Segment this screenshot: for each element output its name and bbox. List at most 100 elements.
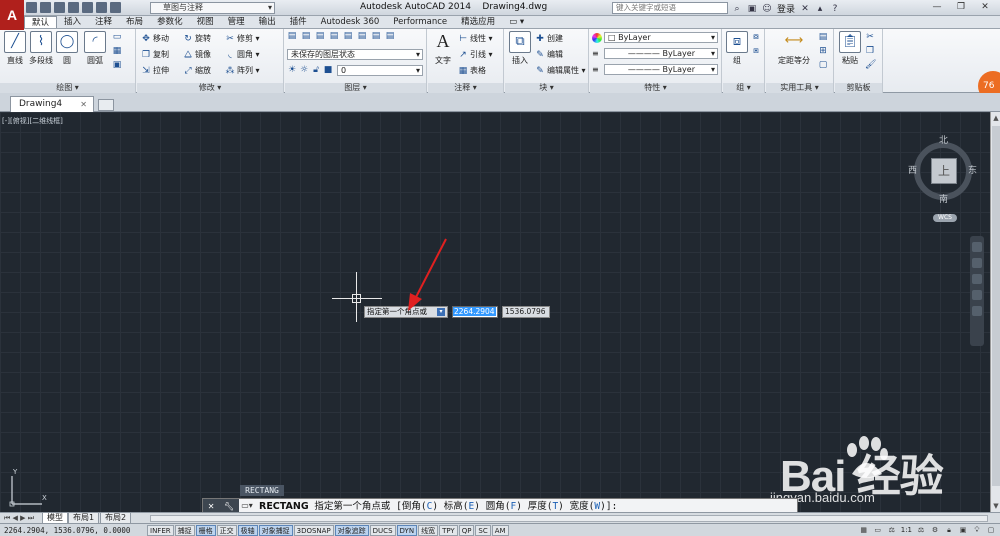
- vertical-scrollbar[interactable]: ▲ ▼: [990, 112, 1000, 512]
- tab-autodesk-360[interactable]: Autodesk 360: [314, 16, 387, 28]
- array-button[interactable]: 阵列 ▾: [237, 65, 260, 76]
- minimize-button[interactable]: —: [926, 1, 948, 14]
- tab-insert[interactable]: 插入: [57, 16, 88, 28]
- toggle-ducs[interactable]: DUCS: [369, 525, 396, 536]
- cut-icon[interactable]: ✂: [865, 32, 875, 42]
- layer-properties-icon[interactable]: ▤: [287, 31, 297, 41]
- match-properties-icon[interactable]: 🖌︎: [865, 60, 876, 70]
- save-icon[interactable]: [54, 2, 65, 13]
- arc-button[interactable]: ◜ 圆弧: [82, 31, 108, 66]
- toggle-snap[interactable]: 捕捉: [174, 525, 195, 536]
- help-icon[interactable]: ?: [830, 4, 840, 14]
- close-button[interactable]: ✕: [974, 1, 996, 14]
- tab-ribbon-options[interactable]: ▭ ▾: [502, 16, 531, 28]
- region-icon[interactable]: ▣: [112, 60, 122, 70]
- scrollbar-thumb[interactable]: [992, 126, 1000, 486]
- modify-panel-title[interactable]: 修改 ▾: [137, 83, 283, 93]
- viewport-controls-label[interactable]: [-][俯视][二维线框]: [2, 116, 63, 126]
- isolate-objects-icon[interactable]: 💡︎: [972, 525, 982, 535]
- layers-panel-title[interactable]: 图层 ▾: [285, 83, 426, 93]
- subscription-icon[interactable]: ▣: [747, 4, 757, 14]
- close-command-line-icon[interactable]: ✕: [208, 502, 215, 511]
- toggle-ortho[interactable]: 正交: [216, 525, 237, 536]
- option-elevation[interactable]: 标高(E): [444, 501, 480, 512]
- search-icon[interactable]: ⌕: [732, 4, 742, 14]
- toggle-polar[interactable]: 极轴: [237, 525, 258, 536]
- lock-ui-icon[interactable]: 🔒︎: [944, 525, 954, 535]
- polyline-button[interactable]: ⌇ 多段线: [28, 31, 54, 66]
- new-tab-button[interactable]: [98, 99, 114, 111]
- model-space-icon[interactable]: ▦: [859, 525, 869, 535]
- exchange-icon[interactable]: ✕: [800, 4, 810, 14]
- trim-button[interactable]: 修剪 ▾: [237, 33, 260, 44]
- group-button[interactable]: ⧈ 组: [724, 31, 750, 66]
- annotation-visibility-icon[interactable]: ⚖: [916, 525, 926, 535]
- quick-view-icon[interactable]: ▭: [873, 525, 883, 535]
- horizontal-scrollbar[interactable]: [150, 515, 988, 522]
- edit-attributes-row[interactable]: ✎ 编辑属性 ▾: [535, 65, 585, 76]
- tab-layout[interactable]: 布局: [119, 16, 150, 28]
- layer-icon-7[interactable]: ▤: [371, 31, 381, 41]
- stretch-button[interactable]: 拉伸: [153, 65, 181, 76]
- draw-panel-title[interactable]: 绘图 ▾: [0, 83, 135, 93]
- customize-wrench-icon[interactable]: 🔧︎: [224, 502, 234, 511]
- workspace-select[interactable]: 草图与注释: [150, 2, 275, 14]
- undo-icon[interactable]: [96, 2, 107, 13]
- orbit-icon[interactable]: [972, 290, 982, 300]
- save-as-icon[interactable]: [68, 2, 79, 13]
- command-prompt-icon[interactable]: ▭▾: [241, 501, 253, 511]
- layer-icon-5[interactable]: ▤: [343, 31, 353, 41]
- text-button[interactable]: A 文字: [430, 31, 456, 66]
- tab-featured-apps[interactable]: 精选应用: [454, 16, 502, 28]
- tab-performance[interactable]: Performance: [386, 16, 454, 28]
- zoom-icon[interactable]: [972, 274, 982, 284]
- application-menu-button[interactable]: A: [0, 0, 24, 30]
- color-select[interactable]: □ ByLayer: [604, 32, 718, 43]
- new-file-icon[interactable]: [26, 2, 37, 13]
- toggle-osnap[interactable]: 对象捕捉: [258, 525, 293, 536]
- annotation-scale[interactable]: 1:1: [901, 526, 912, 534]
- tab-manage[interactable]: 管理: [221, 16, 252, 28]
- id-point-icon[interactable]: ▢: [818, 60, 828, 70]
- leader-row[interactable]: ↗ 引线 ▾: [458, 49, 492, 60]
- toggle-infer[interactable]: INFER: [147, 525, 174, 536]
- tab-plugins[interactable]: 插件: [283, 16, 314, 28]
- scale-button[interactable]: 缩放: [195, 65, 223, 76]
- toggle-am[interactable]: AM: [491, 525, 509, 536]
- create-block-row[interactable]: ✚ 创建: [535, 33, 563, 44]
- pan-icon[interactable]: [972, 258, 982, 268]
- toggle-grid[interactable]: 栅格: [195, 525, 216, 536]
- viewcube-top-face[interactable]: 上: [931, 158, 957, 184]
- edit-block-row[interactable]: ✎ 编辑: [535, 49, 563, 60]
- layer-icon-2[interactable]: ▤: [301, 31, 311, 41]
- calculator-icon[interactable]: ▤: [818, 32, 828, 42]
- insert-block-button[interactable]: ⧉ 插入: [507, 31, 533, 66]
- annotation-panel-title[interactable]: 注释 ▾: [428, 83, 503, 93]
- toggle-lineweight[interactable]: 线宽: [418, 525, 439, 536]
- showmotion-icon[interactable]: [972, 306, 982, 316]
- current-layer-select[interactable]: 0: [337, 65, 423, 76]
- linear-dim-row[interactable]: ⊢ 线性 ▾: [458, 33, 492, 44]
- restore-button[interactable]: ❐: [950, 1, 972, 14]
- search-input[interactable]: 键入关键字或短语: [612, 2, 728, 14]
- clean-screen-icon[interactable]: ▢: [986, 525, 996, 535]
- group-edit-icon[interactable]: ⧆: [751, 46, 761, 56]
- toggle-qp[interactable]: QP: [458, 525, 475, 536]
- paste-button[interactable]: 📋︎ 粘贴: [837, 31, 863, 66]
- layer-state-select[interactable]: 未保存的图层状态: [287, 49, 423, 60]
- layer-icon-8[interactable]: ▤: [385, 31, 395, 41]
- layer-icon-6[interactable]: ▤: [357, 31, 367, 41]
- ungroup-icon[interactable]: ⧇: [751, 32, 761, 42]
- tab-home[interactable]: 默认: [24, 16, 58, 28]
- tab-parametric[interactable]: 参数化: [150, 16, 190, 28]
- help-settings-icon[interactable]: ▴: [815, 4, 825, 14]
- option-thickness[interactable]: 厚度(T): [528, 501, 564, 512]
- login-link[interactable]: 登录: [777, 2, 795, 15]
- circle-button[interactable]: ◯ 圆: [54, 31, 80, 66]
- layer-icon-3[interactable]: ▤: [315, 31, 325, 41]
- groups-panel-title[interactable]: 组 ▾: [723, 83, 764, 93]
- table-row-btn[interactable]: ▦ 表格: [458, 65, 486, 76]
- layer-icon-4[interactable]: ▤: [329, 31, 339, 41]
- toggle-3dosnap[interactable]: 3DOSNAP: [293, 525, 334, 536]
- toggle-dyn[interactable]: DYN: [396, 525, 418, 536]
